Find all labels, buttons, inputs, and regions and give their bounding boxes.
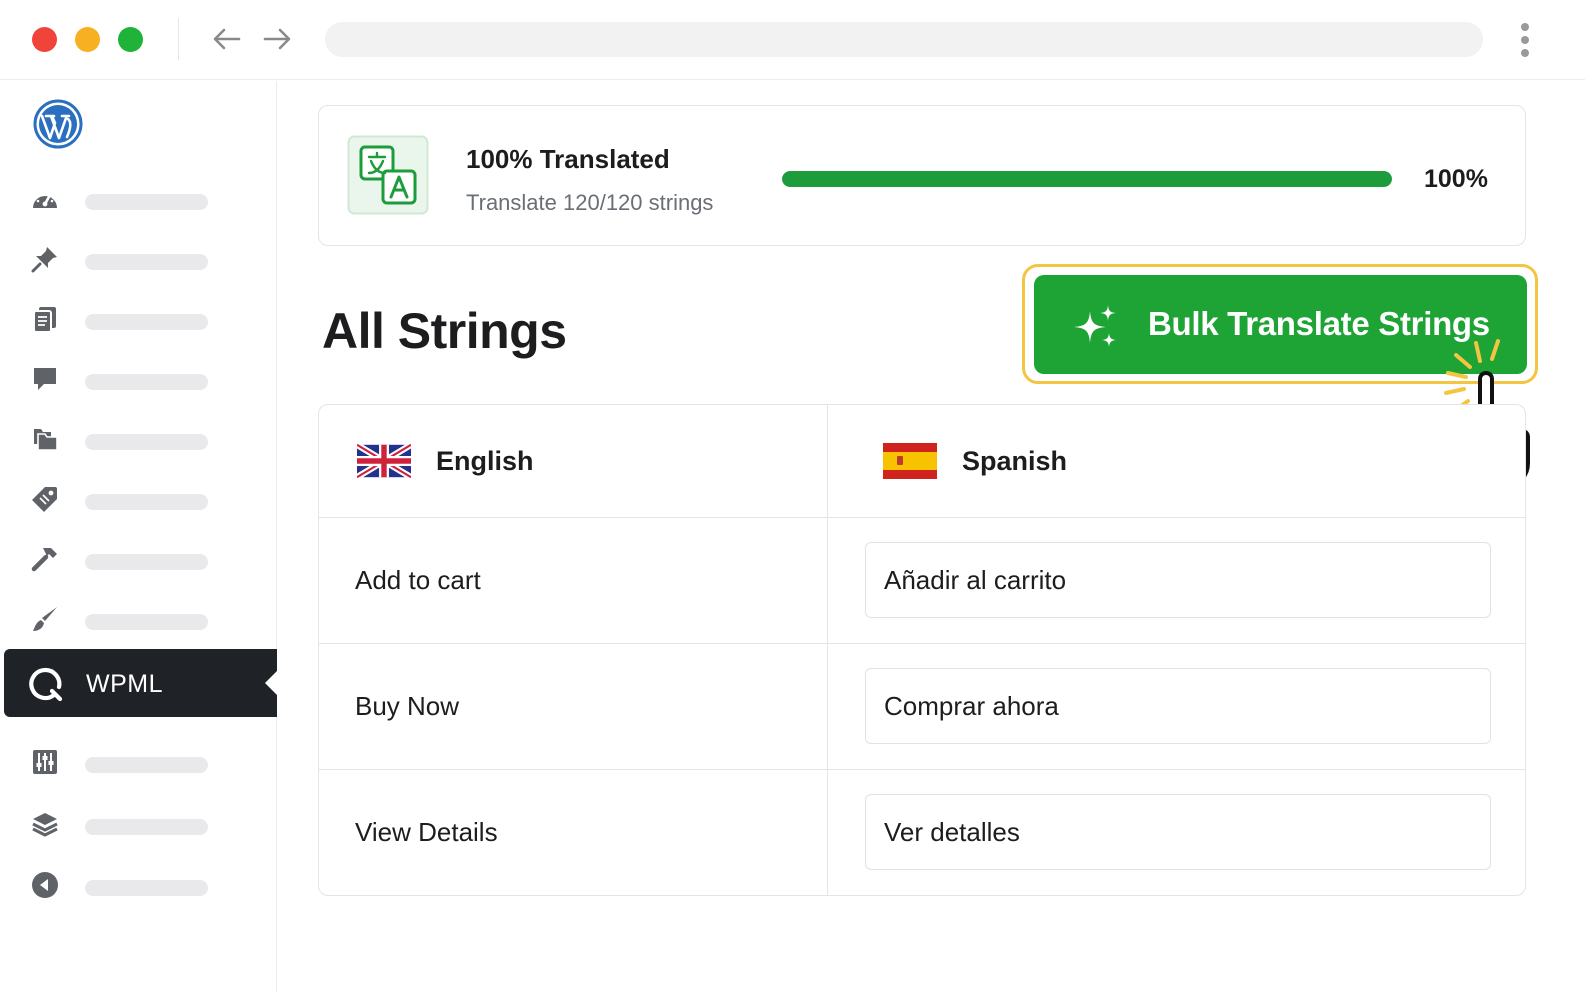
row-divider xyxy=(319,517,1525,518)
sidebar-item-placeholder xyxy=(85,254,208,270)
sidebar-item-media[interactable] xyxy=(30,424,220,454)
address-bar[interactable] xyxy=(325,22,1483,57)
sidebar-item-placeholder xyxy=(85,819,208,835)
sidebar-item-layers[interactable] xyxy=(30,809,220,839)
column-divider xyxy=(827,405,828,895)
target-language-name: Spanish xyxy=(962,445,1068,476)
sidebar-item-placeholder xyxy=(85,434,208,450)
active-indicator xyxy=(265,671,277,695)
sidebar-item-dashboard[interactable] xyxy=(30,184,220,214)
source-language-name: English xyxy=(436,445,534,476)
translation-progress-card: 100% Translated Translate 120/120 string… xyxy=(318,105,1526,246)
sidebar-item-placeholder xyxy=(85,194,208,210)
brush-icon xyxy=(30,604,60,634)
browser-chrome xyxy=(0,0,1585,80)
strings-table: English Spanish Add to cart Buy Now View… xyxy=(318,404,1526,896)
pages-icon xyxy=(30,304,60,334)
progress-subtitle: Translate 120/120 strings xyxy=(466,190,714,215)
source-string: Add to cart xyxy=(355,565,481,595)
collapse-icon xyxy=(30,870,60,900)
progress-percent: 100% xyxy=(1424,165,1488,193)
source-string: Buy Now xyxy=(355,691,460,721)
translation-input[interactable] xyxy=(865,542,1491,618)
admin-sidebar: WPML xyxy=(0,81,277,992)
sidebar-item-comments[interactable] xyxy=(30,364,220,394)
sidebar-item-tools[interactable] xyxy=(30,544,220,574)
translate-icon xyxy=(347,135,429,215)
translation-input[interactable] xyxy=(865,794,1491,870)
sparkle-icon xyxy=(1074,305,1116,347)
page-title: All Strings xyxy=(322,303,567,359)
sidebar-item-wpml[interactable]: WPML xyxy=(4,649,277,717)
progress-bar-fill xyxy=(782,171,1392,187)
chrome-divider xyxy=(178,18,179,60)
bulk-translate-button-label: Bulk Translate Strings xyxy=(1148,305,1490,342)
row-divider xyxy=(319,769,1525,770)
tag-icon xyxy=(30,484,60,514)
progress-bar xyxy=(782,171,1392,187)
hammer-icon xyxy=(30,544,60,574)
sidebar-item-placeholder xyxy=(85,314,208,330)
forward-button[interactable] xyxy=(260,22,294,56)
sliders-icon xyxy=(30,747,60,777)
arrow-right-icon xyxy=(263,28,291,50)
sidebar-item-posts[interactable] xyxy=(30,244,220,274)
sidebar-item-placeholder xyxy=(85,757,208,773)
sidebar-item-settings[interactable] xyxy=(30,747,220,777)
sidebar-item-pages[interactable] xyxy=(30,304,220,334)
source-language-header: English xyxy=(357,405,534,517)
back-button[interactable] xyxy=(210,22,244,56)
translation-input[interactable] xyxy=(865,668,1491,744)
close-window-button[interactable] xyxy=(32,27,57,52)
target-language-header: Spanish xyxy=(883,405,1067,517)
uk-flag-icon xyxy=(357,443,411,479)
progress-title: 100% Translated xyxy=(466,144,670,174)
sidebar-item-tags[interactable] xyxy=(30,484,220,514)
sidebar-item-label: WPML xyxy=(86,670,163,698)
pushpin-icon xyxy=(30,244,60,274)
folders-icon xyxy=(30,424,60,454)
sidebar-collapse[interactable] xyxy=(30,870,220,900)
minimize-window-button[interactable] xyxy=(75,27,100,52)
wpml-icon xyxy=(29,667,63,701)
dashboard-gauge-icon xyxy=(30,184,60,214)
comment-icon xyxy=(30,364,60,394)
kebab-menu-icon[interactable] xyxy=(1512,20,1538,60)
sidebar-item-placeholder xyxy=(85,374,208,390)
sidebar-item-placeholder xyxy=(85,614,208,630)
sidebar-item-appearance[interactable] xyxy=(30,604,220,634)
row-divider xyxy=(319,643,1525,644)
layers-icon xyxy=(30,809,60,839)
wordpress-logo-icon[interactable] xyxy=(33,99,83,149)
arrow-left-icon xyxy=(213,28,241,50)
maximize-window-button[interactable] xyxy=(118,27,143,52)
sidebar-item-placeholder xyxy=(85,880,208,896)
source-string: View Details xyxy=(355,817,498,847)
sidebar-item-placeholder xyxy=(85,494,208,510)
spain-flag-icon xyxy=(883,443,937,479)
sidebar-item-placeholder xyxy=(85,554,208,570)
